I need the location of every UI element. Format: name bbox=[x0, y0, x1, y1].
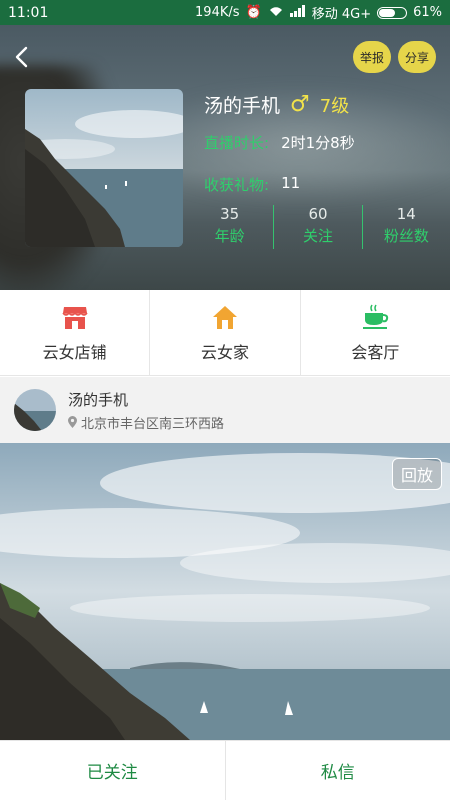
bottom-action-bar: 已关注 私信 bbox=[0, 740, 450, 800]
live-duration-value: 2时1分8秒 bbox=[281, 134, 355, 152]
tile-home-label: 云女家 bbox=[200, 342, 249, 362]
wifi-icon bbox=[268, 5, 284, 21]
report-button[interactable]: 举报 bbox=[353, 41, 391, 73]
stat-fans-value: 14 bbox=[396, 205, 416, 223]
stat-fans[interactable]: 14 粉丝数 bbox=[361, 205, 450, 249]
status-time: 11:01 bbox=[8, 4, 49, 21]
battery-percent: 61% bbox=[413, 5, 442, 20]
stat-following[interactable]: 60 关注 bbox=[273, 205, 361, 249]
feature-tiles: 云女店铺 云女家 会客厅 bbox=[0, 290, 450, 376]
profile-header: 举报 分享 汤的手机 ♂ 7级 直播时长: 2时1分8秒 收获礼物: 11 35… bbox=[0, 25, 450, 290]
carrier-label: 移动 4G+ bbox=[311, 7, 372, 22]
network-speed: 194K/s bbox=[195, 5, 240, 20]
tile-store[interactable]: 云女店铺 bbox=[0, 290, 149, 375]
profile-stats: 35 年龄 60 关注 14 粉丝数 bbox=[186, 205, 450, 249]
tea-cup-icon bbox=[363, 304, 389, 329]
share-button[interactable]: 分享 bbox=[398, 41, 436, 73]
back-button[interactable] bbox=[12, 45, 36, 69]
profile-cover-image[interactable] bbox=[25, 89, 183, 247]
signal-icon bbox=[289, 4, 306, 21]
level-badge: 7级 bbox=[319, 95, 350, 117]
location-address-row: 北京市丰台区南三环西路 bbox=[68, 413, 224, 432]
profile-name-row: 汤的手机 ♂ 7级 bbox=[204, 91, 349, 118]
private-message-button[interactable]: 私信 bbox=[224, 741, 450, 800]
gifts-row: 收获礼物: 11 bbox=[204, 174, 300, 195]
video-frame-image bbox=[0, 443, 450, 740]
gifts-label: 收获礼物: bbox=[204, 176, 270, 194]
store-icon bbox=[62, 306, 88, 329]
location-pin-icon bbox=[68, 416, 77, 428]
status-indicators: 194K/s ⏰ 移动 4G+ 61% bbox=[195, 3, 442, 22]
stat-following-value: 60 bbox=[308, 205, 328, 223]
replay-button[interactable]: 回放 bbox=[391, 458, 442, 490]
tile-lounge-label: 会客厅 bbox=[351, 342, 400, 362]
profile-name: 汤的手机 bbox=[204, 95, 281, 117]
home-icon bbox=[212, 305, 237, 329]
location-text: 汤的手机 北京市丰台区南三环西路 bbox=[68, 389, 224, 432]
battery-icon bbox=[377, 6, 408, 19]
live-duration-row: 直播时长: 2时1分8秒 bbox=[204, 132, 355, 153]
stat-age-label: 年龄 bbox=[214, 227, 245, 245]
stat-fans-label: 粉丝数 bbox=[383, 227, 429, 245]
live-video-player[interactable]: 回放 bbox=[0, 443, 450, 740]
location-username: 汤的手机 bbox=[68, 390, 129, 409]
male-icon: ♂ bbox=[290, 91, 310, 117]
tile-lounge[interactable]: 会客厅 bbox=[299, 290, 450, 375]
back-arrow-icon bbox=[15, 46, 28, 68]
status-bar: 11:01 194K/s ⏰ 移动 4G+ 61% bbox=[0, 0, 450, 25]
location-address: 北京市丰台区南三环西路 bbox=[81, 416, 225, 432]
gifts-value: 11 bbox=[281, 174, 301, 192]
followed-button[interactable]: 已关注 bbox=[0, 741, 225, 800]
location-row[interactable]: 汤的手机 北京市丰台区南三环西路 bbox=[0, 377, 450, 443]
stat-age-value: 35 bbox=[220, 205, 240, 223]
stat-following-label: 关注 bbox=[302, 227, 333, 245]
tile-store-label: 云女店铺 bbox=[42, 342, 107, 362]
avatar[interactable] bbox=[14, 389, 56, 431]
tile-home[interactable]: 云女家 bbox=[149, 290, 299, 375]
stat-age: 35 年龄 bbox=[186, 205, 273, 249]
live-duration-label: 直播时长: bbox=[204, 134, 270, 152]
alarm-icon: ⏰ bbox=[245, 5, 262, 20]
